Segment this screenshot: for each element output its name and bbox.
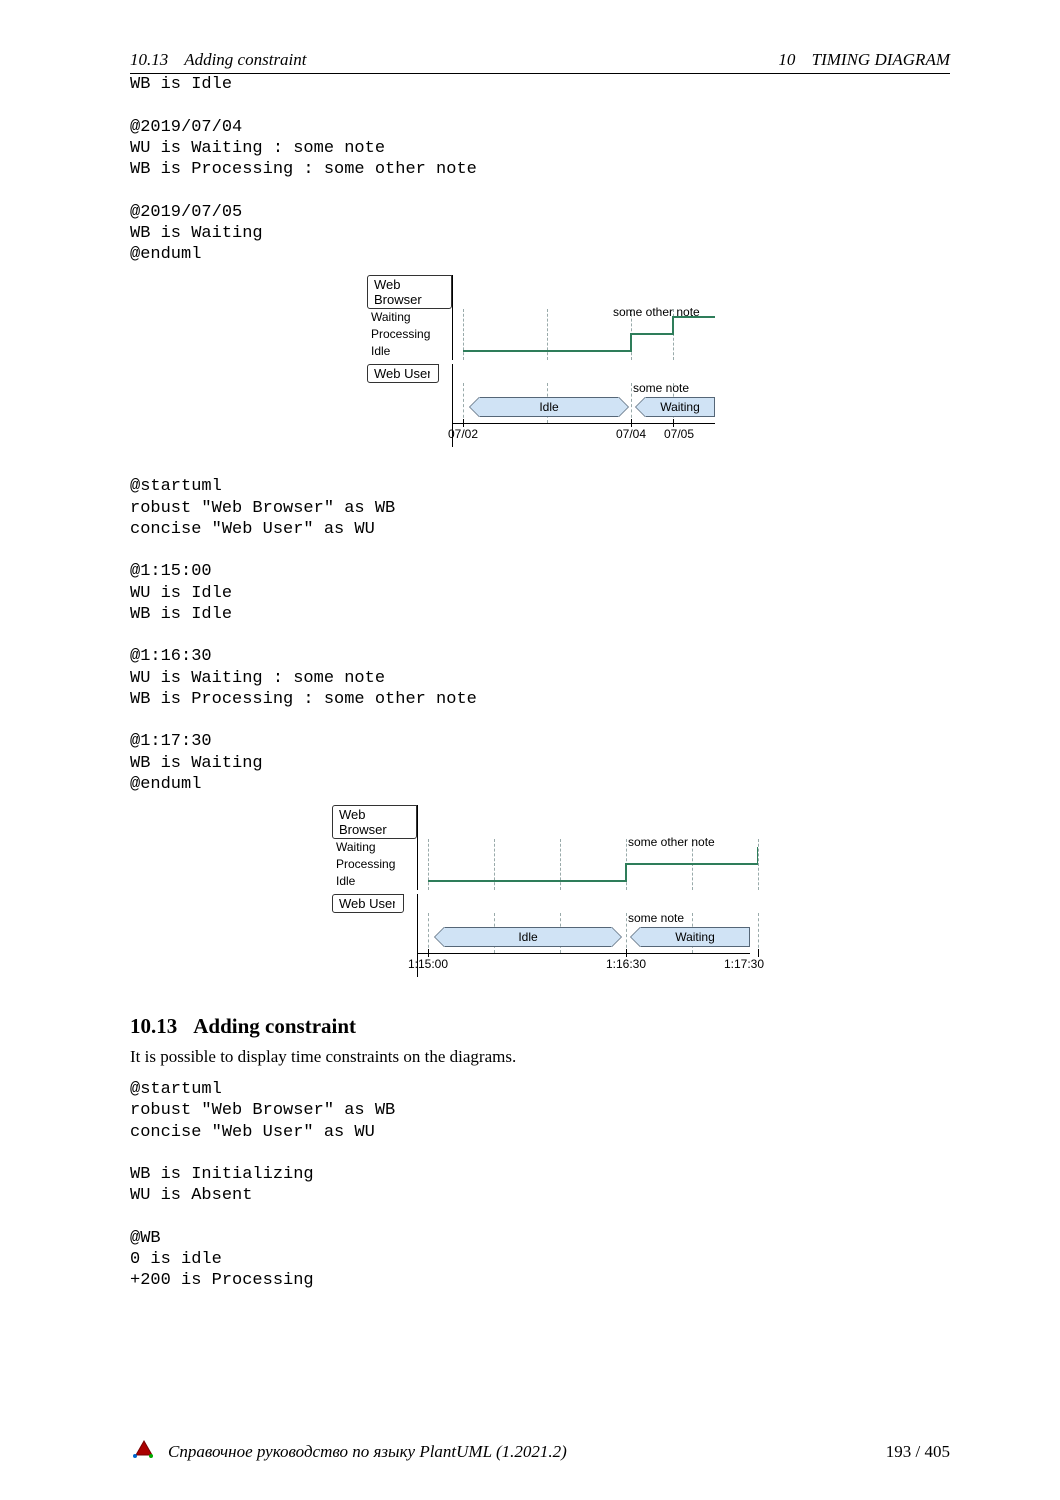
page-header: 10.13 Adding constraint 10 TIMING DIAGRA… — [130, 50, 950, 74]
participant-web-user: Web User — [332, 894, 404, 913]
section-intro: It is possible to display time constrain… — [130, 1047, 950, 1067]
state-processing-label: Processing — [330, 856, 417, 873]
concise-segment-waiting: Waiting — [645, 397, 715, 417]
participant-web-user: Web User — [367, 364, 439, 383]
state-idle-label: Idle — [330, 873, 417, 890]
tick-0704: 07/04 — [616, 427, 646, 441]
state-waiting-label: Waiting — [330, 839, 417, 856]
section-number: 10.13 — [130, 1014, 177, 1038]
participant-web-browser: Web Browser — [367, 275, 452, 309]
note-some-note: some note — [628, 911, 684, 925]
note-some-other-note: some other note — [628, 835, 715, 849]
tick-0702: 07/02 — [448, 427, 478, 441]
state-idle-label: Idle — [365, 343, 452, 360]
header-subsection-number: 10.13 — [130, 50, 168, 69]
code-block-2: @startuml robust "Web Browser" as WB con… — [130, 476, 950, 795]
header-subsection-title: Adding constraint — [184, 50, 306, 69]
tick-11500: 1:15:00 — [408, 957, 448, 971]
plantuml-logo-icon — [130, 1439, 156, 1464]
note-some-other-note: some other note — [613, 305, 700, 319]
header-section-number: 10 — [778, 50, 795, 69]
header-right: 10 TIMING DIAGRAM — [778, 50, 950, 70]
header-left: 10.13 Adding constraint — [130, 50, 307, 70]
concise-segment-idle: Idle — [444, 927, 612, 947]
participant-web-browser: Web Browser — [332, 805, 417, 839]
timing-diagram-2: Web Browser Waiting Processing Idle — [330, 805, 750, 978]
state-waiting-label: Waiting — [365, 309, 452, 326]
concise-segment-idle: Idle — [479, 397, 619, 417]
code-block-1: WB is Idle @2019/07/04 WU is Waiting : s… — [130, 74, 950, 265]
tick-0705: 07/05 — [664, 427, 694, 441]
page-number: 193 / 405 — [886, 1442, 950, 1462]
code-block-3: @startuml robust "Web Browser" as WB con… — [130, 1079, 950, 1292]
state-processing-label: Processing — [365, 326, 452, 343]
footer-text: Справочное руководство по языку PlantUML… — [168, 1442, 567, 1462]
tick-11730: 1:17:30 — [724, 957, 764, 971]
section-title: Adding constraint — [193, 1014, 356, 1038]
note-some-note: some note — [633, 381, 689, 395]
header-section-title: TIMING DIAGRAM — [812, 50, 950, 69]
page-footer: Справочное руководство по языку PlantUML… — [130, 1439, 950, 1464]
concise-segment-waiting: Waiting — [640, 927, 750, 947]
section-heading: 10.13 Adding constraint — [130, 1014, 950, 1039]
tick-11630: 1:16:30 — [606, 957, 646, 971]
timing-diagram-1: Web Browser Waiting Processing Idle some… — [365, 275, 715, 448]
